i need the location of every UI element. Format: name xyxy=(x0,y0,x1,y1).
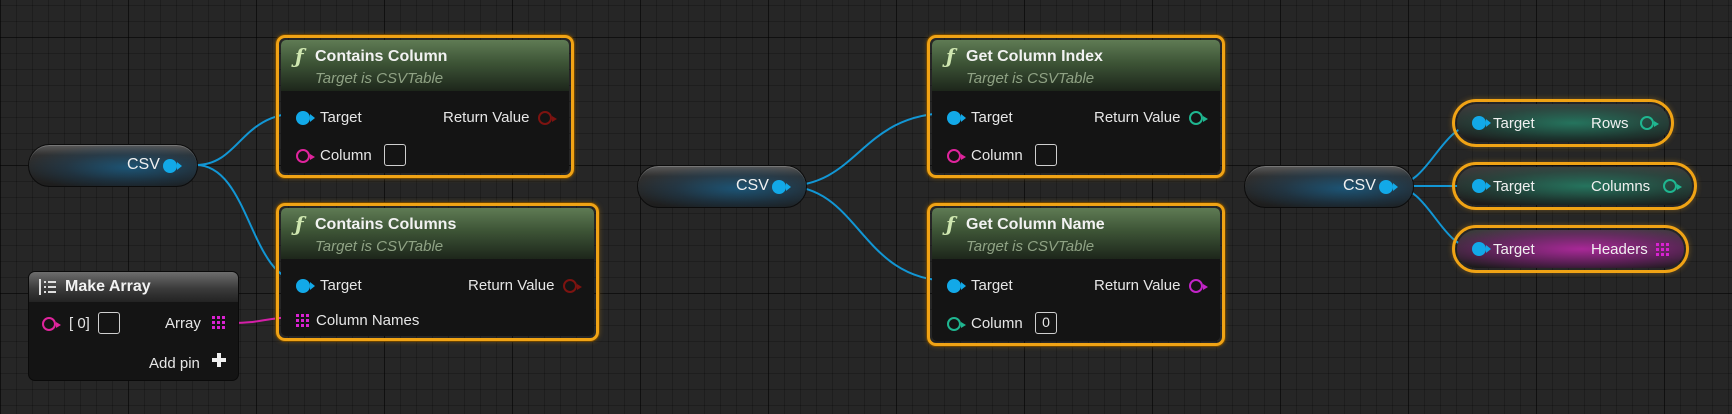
contains-column-node[interactable]: ƒ Contains Column Target is CSVTable Tar… xyxy=(276,35,574,178)
return-value-label: Return Value xyxy=(1094,109,1181,126)
array-grid-icon[interactable] xyxy=(296,314,309,327)
node-subtitle: Target is CSVTable xyxy=(315,70,444,87)
get-headers-node[interactable]: Target Headers xyxy=(1452,225,1689,273)
make-array-icon xyxy=(39,278,57,296)
column-text-field[interactable] xyxy=(384,144,406,166)
node-title: Contains Column xyxy=(315,48,448,65)
node-header: ƒ Get Column Index Target is CSVTable xyxy=(932,40,1220,91)
return-value-label: Return Value xyxy=(443,109,530,126)
node-title: Get Column Name xyxy=(966,216,1105,233)
target-label: Target xyxy=(1493,115,1535,132)
node-subtitle: Target is CSVTable xyxy=(966,238,1095,255)
return-value-pin[interactable] xyxy=(538,111,557,125)
column-label: Column xyxy=(320,147,372,164)
target-label: Target xyxy=(1493,241,1535,258)
node-subtitle: Target is CSVTable xyxy=(966,70,1095,87)
get-rows-node[interactable]: Target Rows xyxy=(1452,99,1674,147)
array-grid-icon[interactable] xyxy=(1656,243,1669,256)
node-header: Make Array xyxy=(29,272,238,302)
csv-variable-node[interactable]: CSV xyxy=(28,144,198,187)
get-column-name-node[interactable]: ƒ Get Column Name Target is CSVTable Tar… xyxy=(927,203,1225,346)
csv-variable-label: CSV xyxy=(127,156,160,173)
column-text-field[interactable] xyxy=(1035,144,1057,166)
node-title: Contains Columns xyxy=(315,216,457,233)
return-value-pin[interactable] xyxy=(1189,111,1208,125)
element-index-label: [ 0] xyxy=(69,315,90,332)
target-label: Target xyxy=(320,109,362,126)
contains-columns-node[interactable]: ƒ Contains Columns Target is CSVTable Ta… xyxy=(276,203,599,341)
function-f-icon: ƒ xyxy=(946,44,955,68)
target-label: Target xyxy=(1493,178,1535,195)
csv-variable-node[interactable]: CSV xyxy=(637,165,807,208)
array-output-pin[interactable] xyxy=(212,316,225,329)
csv-output-pin[interactable] xyxy=(1379,180,1398,194)
return-value-pin[interactable] xyxy=(1189,279,1208,293)
return-value-label: Return Value xyxy=(1094,277,1181,294)
get-columns-node[interactable]: Target Columns xyxy=(1452,162,1697,210)
target-label: Target xyxy=(971,277,1013,294)
target-input-pin[interactable] xyxy=(947,111,966,125)
column-input-pin[interactable] xyxy=(296,149,315,163)
target-input-pin[interactable] xyxy=(1472,242,1491,256)
csv-output-pin[interactable] xyxy=(163,159,182,173)
function-f-icon: ƒ xyxy=(946,212,955,236)
target-input-pin[interactable] xyxy=(947,279,966,293)
return-value-pin[interactable] xyxy=(563,279,582,293)
make-array-node[interactable]: Make Array [ 0] Array Add pin xyxy=(28,271,239,381)
plus-icon[interactable] xyxy=(212,353,226,367)
node-header: ƒ Contains Columns Target is CSVTable xyxy=(281,208,594,259)
column-label: Column xyxy=(971,315,1023,332)
column-input-pin[interactable] xyxy=(947,317,966,331)
target-input-pin[interactable] xyxy=(296,111,315,125)
target-label: Target xyxy=(971,109,1013,126)
column-label: Column xyxy=(971,147,1023,164)
target-input-pin[interactable] xyxy=(1472,179,1491,193)
csv-variable-label: CSV xyxy=(1343,177,1376,194)
get-column-index-node[interactable]: ƒ Get Column Index Target is CSVTable Ta… xyxy=(927,35,1225,178)
headers-output-label: Headers xyxy=(1591,241,1648,258)
target-input-pin[interactable] xyxy=(1472,116,1491,130)
node-header: ƒ Contains Column Target is CSVTable xyxy=(281,40,569,91)
element-0-input-pin[interactable] xyxy=(42,317,61,331)
columns-output-label: Columns xyxy=(1591,178,1651,195)
node-header: ƒ Get Column Name Target is CSVTable xyxy=(932,208,1220,259)
csv-variable-label: CSV xyxy=(736,177,769,194)
column-input-pin[interactable] xyxy=(947,149,966,163)
array-output-label: Array xyxy=(165,315,201,332)
element-0-text-field[interactable] xyxy=(98,312,120,334)
target-label: Target xyxy=(320,277,362,294)
function-f-icon: ƒ xyxy=(295,44,304,68)
node-title: Make Array xyxy=(65,278,151,295)
csv-output-pin[interactable] xyxy=(772,180,791,194)
csv-variable-node[interactable]: CSV xyxy=(1244,165,1414,208)
function-f-icon: ƒ xyxy=(295,212,304,236)
add-pin-label[interactable]: Add pin xyxy=(149,355,200,372)
columns-output-pin[interactable] xyxy=(1663,179,1682,193)
rows-output-label: Rows xyxy=(1591,115,1629,132)
node-subtitle: Target is CSVTable xyxy=(315,238,444,255)
column-int-field[interactable]: 0 xyxy=(1035,312,1057,334)
blueprint-graph-canvas[interactable]: CSV ƒ Contains Column Target is CSVTable… xyxy=(0,0,1732,414)
node-title: Get Column Index xyxy=(966,48,1103,65)
return-value-label: Return Value xyxy=(468,277,555,294)
rows-output-pin[interactable] xyxy=(1640,116,1659,130)
target-input-pin[interactable] xyxy=(296,279,315,293)
column-names-label: Column Names xyxy=(316,312,420,329)
